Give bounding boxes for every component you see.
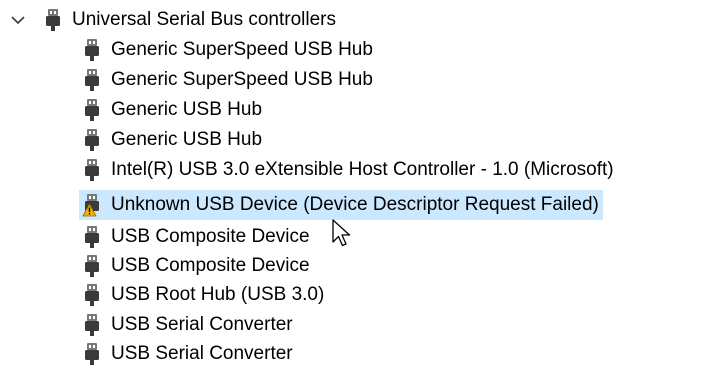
- device-label: USB Serial Converter: [111, 314, 293, 335]
- usb-plug-icon: [85, 284, 99, 306]
- device-label: Intel(R) USB 3.0 eXtensible Host Control…: [111, 159, 614, 180]
- usb-plug-icon: [85, 159, 99, 181]
- usb-plug-icon: [85, 69, 99, 91]
- tree-item-device[interactable]: USB Serial Converter: [82, 339, 293, 369]
- tree-item-device[interactable]: USB Composite Device: [82, 222, 310, 252]
- tree-item-device[interactable]: USB Composite Device: [82, 251, 310, 281]
- usb-plug-icon: [46, 9, 60, 31]
- mouse-pointer-icon: [332, 219, 351, 247]
- device-label: USB Composite Device: [111, 226, 310, 247]
- category-label: Universal Serial Bus controllers: [72, 9, 336, 30]
- chevron-down-icon[interactable]: [10, 12, 26, 28]
- usb-plug-icon: [85, 99, 99, 121]
- device-label: USB Serial Converter: [111, 343, 293, 364]
- device-label: USB Root Hub (USB 3.0): [111, 284, 325, 305]
- device-tree[interactable]: Universal Serial Bus controllers Generic…: [0, 0, 716, 369]
- tree-item-usb-controllers[interactable]: Universal Serial Bus controllers: [10, 5, 336, 35]
- tree-item-device[interactable]: Generic SuperSpeed USB Hub: [82, 35, 373, 65]
- device-label: Generic SuperSpeed USB Hub: [111, 39, 373, 60]
- tree-item-device[interactable]: Generic USB Hub: [82, 125, 262, 155]
- usb-plug-icon: [85, 255, 99, 277]
- tree-item-device-selected[interactable]: Unknown USB Device (Device Descriptor Re…: [79, 190, 603, 220]
- usb-plug-icon: [85, 314, 99, 336]
- usb-warning-icon: [82, 194, 99, 217]
- usb-plug-icon: [85, 39, 99, 61]
- tree-item-device[interactable]: Generic SuperSpeed USB Hub: [82, 65, 373, 95]
- tree-item-device[interactable]: USB Serial Converter: [82, 310, 293, 340]
- usb-plug-icon: [85, 343, 99, 365]
- tree-item-device[interactable]: Generic USB Hub: [82, 95, 262, 125]
- usb-plug-icon: [85, 129, 99, 151]
- device-label: Unknown USB Device (Device Descriptor Re…: [111, 194, 599, 215]
- device-label: USB Composite Device: [111, 255, 310, 276]
- tree-item-device[interactable]: Intel(R) USB 3.0 eXtensible Host Control…: [82, 155, 614, 185]
- device-label: Generic USB Hub: [111, 99, 263, 120]
- usb-plug-icon: [85, 226, 99, 248]
- device-label: Generic SuperSpeed USB Hub: [111, 69, 373, 90]
- tree-item-device[interactable]: USB Root Hub (USB 3.0): [82, 280, 324, 310]
- device-label: Generic USB Hub: [111, 129, 263, 150]
